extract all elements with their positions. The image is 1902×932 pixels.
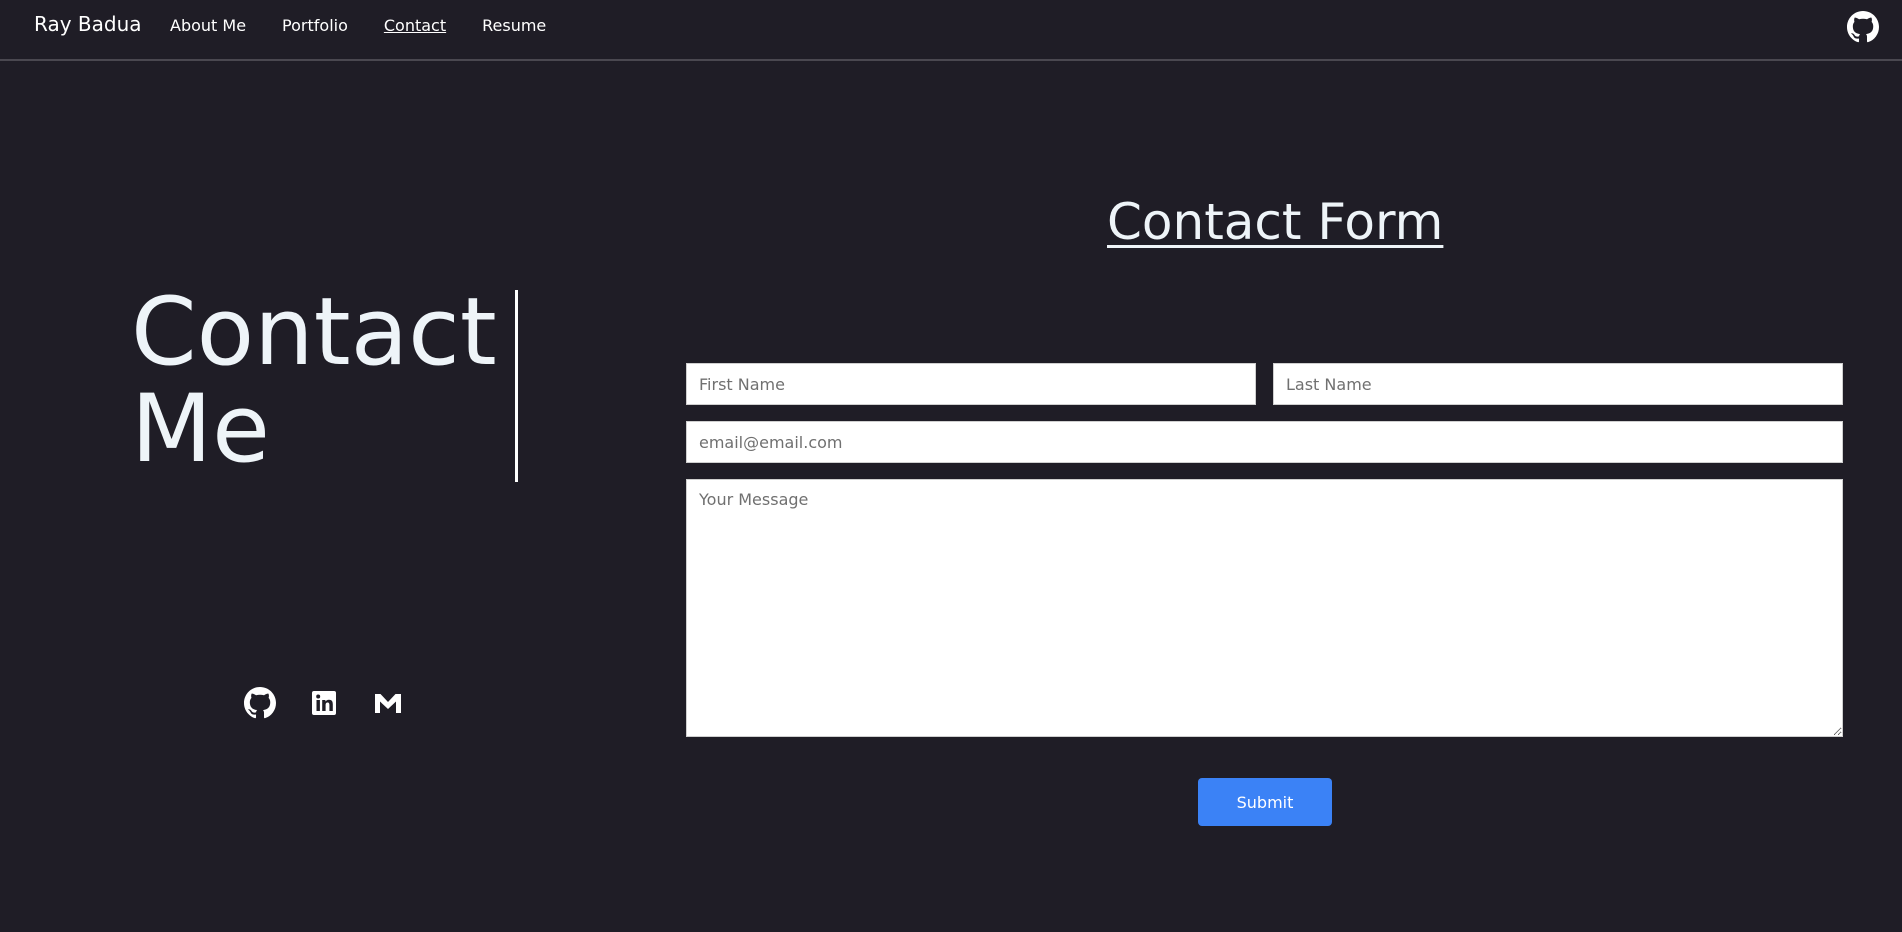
social-links — [244, 687, 404, 719]
submit-button[interactable]: Submit — [1198, 778, 1332, 826]
nav-link-about-me[interactable]: About Me — [170, 16, 246, 35]
page-title-line1: Contact — [131, 278, 497, 387]
message-textarea[interactable] — [686, 479, 1843, 737]
page-title: Contact Me — [131, 284, 511, 478]
contact-hero: Contact Me — [0, 62, 660, 932]
nav-link-resume[interactable]: Resume — [482, 16, 546, 35]
page-title-line2: Me — [131, 375, 270, 484]
nav-links: About Me Portfolio Contact Resume — [170, 16, 582, 35]
nav-link-portfolio[interactable]: Portfolio — [282, 16, 348, 35]
nav-link-contact[interactable]: Contact — [384, 16, 446, 35]
gmail-icon[interactable] — [372, 687, 404, 719]
last-name-input[interactable] — [1273, 363, 1843, 405]
email-input[interactable] — [686, 421, 1843, 463]
linkedin-icon[interactable] — [308, 687, 340, 719]
brand-link[interactable]: Ray Badua — [34, 12, 142, 36]
first-name-input[interactable] — [686, 363, 1256, 405]
form-title: Contact Form — [1107, 193, 1444, 251]
navbar: Ray Badua About Me Portfolio Contact Res… — [0, 0, 1902, 61]
github-icon[interactable] — [1847, 11, 1879, 43]
vertical-divider — [515, 290, 518, 482]
github-icon[interactable] — [244, 687, 276, 719]
